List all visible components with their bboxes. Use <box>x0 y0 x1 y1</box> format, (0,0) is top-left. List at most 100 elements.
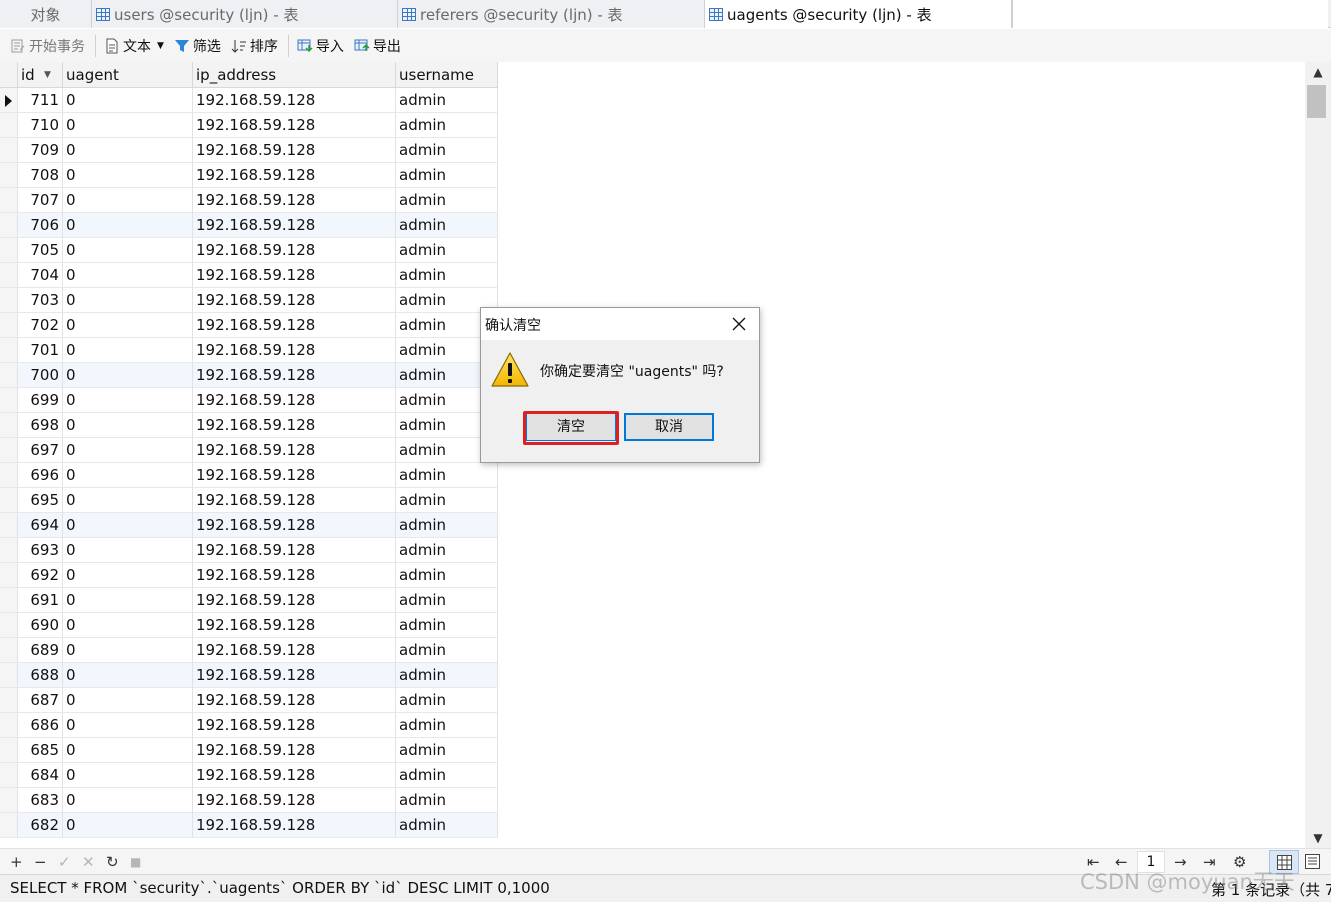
cell-ip-address[interactable]: 192.168.59.128 <box>193 163 396 188</box>
close-icon[interactable] <box>727 312 751 336</box>
table-row[interactable]: 688 0 192.168.59.128 admin <box>0 663 498 688</box>
cell-uagent[interactable]: 0 <box>63 438 193 463</box>
row-indicator[interactable] <box>0 588 18 613</box>
cell-id[interactable]: 695 <box>18 488 63 513</box>
cell-uagent[interactable]: 0 <box>63 163 193 188</box>
cell-uagent[interactable]: 0 <box>63 263 193 288</box>
cell-ip-address[interactable]: 192.168.59.128 <box>193 813 396 838</box>
cell-uagent[interactable]: 0 <box>63 563 193 588</box>
cell-id[interactable]: 698 <box>18 413 63 438</box>
refresh-icon[interactable]: ↻ <box>106 852 119 872</box>
row-indicator[interactable] <box>0 488 18 513</box>
cell-uagent[interactable]: 0 <box>63 413 193 438</box>
cell-ip-address[interactable]: 192.168.59.128 <box>193 613 396 638</box>
cell-id[interactable]: 691 <box>18 588 63 613</box>
cell-username[interactable]: admin <box>396 188 498 213</box>
cell-uagent[interactable]: 0 <box>63 313 193 338</box>
row-indicator[interactable] <box>0 763 18 788</box>
table-row[interactable]: 693 0 192.168.59.128 admin <box>0 538 498 563</box>
cell-username[interactable]: admin <box>396 738 498 763</box>
cell-uagent[interactable]: 0 <box>63 388 193 413</box>
stop-icon[interactable]: ■ <box>130 852 141 872</box>
cell-username[interactable]: admin <box>396 588 498 613</box>
text-view-button[interactable]: 文本 ▼ <box>104 34 164 58</box>
column-header-ip-address[interactable]: ip_address <box>193 62 396 88</box>
cell-ip-address[interactable]: 192.168.59.128 <box>193 588 396 613</box>
cell-ip-address[interactable]: 192.168.59.128 <box>193 763 396 788</box>
cell-id[interactable]: 710 <box>18 113 63 138</box>
cell-ip-address[interactable]: 192.168.59.128 <box>193 438 396 463</box>
cell-uagent[interactable]: 0 <box>63 538 193 563</box>
table-row[interactable]: 695 0 192.168.59.128 admin <box>0 488 498 513</box>
row-indicator[interactable] <box>0 513 18 538</box>
table-row[interactable]: 700 0 192.168.59.128 admin <box>0 363 498 388</box>
table-row[interactable]: 709 0 192.168.59.128 admin <box>0 138 498 163</box>
cell-id[interactable]: 700 <box>18 363 63 388</box>
cell-username[interactable]: admin <box>396 813 498 838</box>
cell-ip-address[interactable]: 192.168.59.128 <box>193 563 396 588</box>
table-row[interactable]: 710 0 192.168.59.128 admin <box>0 113 498 138</box>
table-row[interactable]: 707 0 192.168.59.128 admin <box>0 188 498 213</box>
row-indicator[interactable] <box>0 463 18 488</box>
row-indicator[interactable] <box>0 88 18 113</box>
scroll-up-icon[interactable]: ▲ <box>1305 62 1331 82</box>
scroll-down-icon[interactable]: ▼ <box>1305 828 1331 848</box>
cell-ip-address[interactable]: 192.168.59.128 <box>193 138 396 163</box>
cell-username[interactable]: admin <box>396 713 498 738</box>
add-record-icon[interactable]: + <box>10 852 23 872</box>
cell-username[interactable]: admin <box>396 538 498 563</box>
table-row[interactable]: 690 0 192.168.59.128 admin <box>0 613 498 638</box>
cell-id[interactable]: 697 <box>18 438 63 463</box>
row-indicator[interactable] <box>0 613 18 638</box>
cell-uagent[interactable]: 0 <box>63 763 193 788</box>
cell-uagent[interactable]: 0 <box>63 363 193 388</box>
cell-username[interactable]: admin <box>396 213 498 238</box>
cell-uagent[interactable]: 0 <box>63 738 193 763</box>
row-indicator[interactable] <box>0 188 18 213</box>
column-header-username[interactable]: username <box>396 62 498 88</box>
table-row[interactable]: 691 0 192.168.59.128 admin <box>0 588 498 613</box>
row-indicator[interactable] <box>0 788 18 813</box>
clear-button[interactable]: 清空 <box>526 413 616 441</box>
begin-transaction-button[interactable]: 开始事务 <box>10 34 85 58</box>
table-row[interactable]: 711 0 192.168.59.128 admin <box>0 88 498 113</box>
cell-id[interactable]: 699 <box>18 388 63 413</box>
table-row[interactable]: 704 0 192.168.59.128 admin <box>0 263 498 288</box>
row-indicator[interactable] <box>0 638 18 663</box>
cell-id[interactable]: 683 <box>18 788 63 813</box>
cell-id[interactable]: 687 <box>18 688 63 713</box>
cell-uagent[interactable]: 0 <box>63 238 193 263</box>
cell-username[interactable]: admin <box>396 563 498 588</box>
cell-id[interactable]: 690 <box>18 613 63 638</box>
cell-id[interactable]: 711 <box>18 88 63 113</box>
cell-uagent[interactable]: 0 <box>63 588 193 613</box>
row-indicator[interactable] <box>0 713 18 738</box>
apply-changes-icon[interactable]: ✓ <box>58 852 71 872</box>
export-button[interactable]: 导出 <box>354 34 401 58</box>
discard-changes-icon[interactable]: ✕ <box>82 852 95 872</box>
cell-ip-address[interactable]: 192.168.59.128 <box>193 88 396 113</box>
cell-username[interactable]: admin <box>396 488 498 513</box>
row-indicator[interactable] <box>0 338 18 363</box>
cell-uagent[interactable]: 0 <box>63 463 193 488</box>
cell-id[interactable]: 688 <box>18 663 63 688</box>
cell-username[interactable]: admin <box>396 113 498 138</box>
cell-username[interactable]: admin <box>396 263 498 288</box>
table-row[interactable]: 685 0 192.168.59.128 admin <box>0 738 498 763</box>
cell-username[interactable]: admin <box>396 613 498 638</box>
row-indicator[interactable] <box>0 363 18 388</box>
table-row[interactable]: 682 0 192.168.59.128 admin <box>0 813 498 838</box>
cell-uagent[interactable]: 0 <box>63 288 193 313</box>
cell-username[interactable]: admin <box>396 638 498 663</box>
table-row[interactable]: 705 0 192.168.59.128 admin <box>0 238 498 263</box>
cell-uagent[interactable]: 0 <box>63 488 193 513</box>
sort-button[interactable]: 排序 <box>231 34 278 58</box>
cell-id[interactable]: 684 <box>18 763 63 788</box>
cell-ip-address[interactable]: 192.168.59.128 <box>193 738 396 763</box>
cell-id[interactable]: 707 <box>18 188 63 213</box>
cell-ip-address[interactable]: 192.168.59.128 <box>193 113 396 138</box>
cell-uagent[interactable]: 0 <box>63 88 193 113</box>
table-row[interactable]: 697 0 192.168.59.128 admin <box>0 438 498 463</box>
cell-username[interactable]: admin <box>396 763 498 788</box>
tab-referers[interactable]: referers @security (ljn) - 表 <box>398 0 705 28</box>
